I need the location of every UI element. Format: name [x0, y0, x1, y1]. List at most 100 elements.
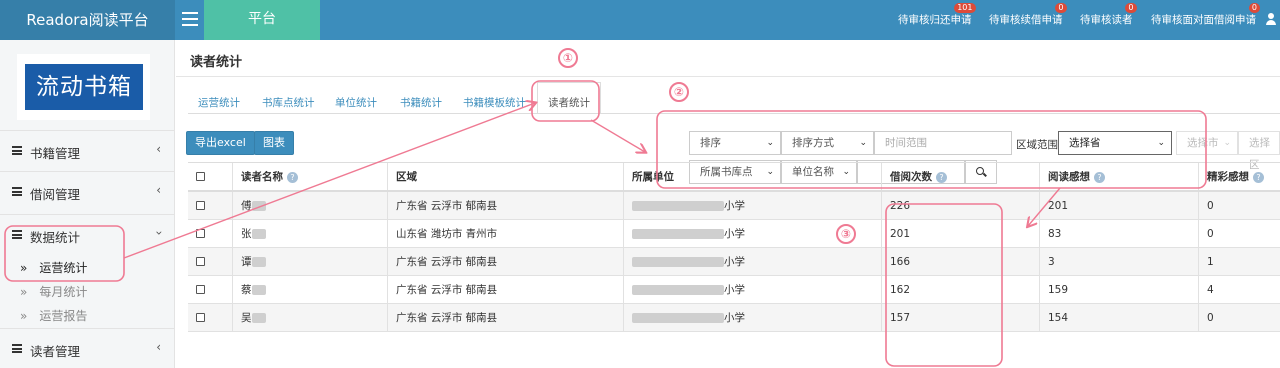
chart-button[interactable]: 图表 [254, 131, 294, 155]
select-cell [188, 276, 232, 303]
menu-toggle-icon[interactable] [182, 12, 198, 26]
reviews-cell: 3 [1039, 248, 1198, 275]
row-checkbox[interactable] [196, 285, 205, 294]
region-cell: 广东省 云浮市 郁南县 [387, 304, 623, 331]
header-region[interactable]: 区域 [387, 163, 623, 190]
cell-text: 4 [1207, 284, 1214, 296]
sidebar-item-label: 数据统计 [30, 230, 81, 245]
select-cell [188, 220, 232, 247]
redacted-text [632, 313, 724, 323]
page-title: 读者统计 [190, 55, 243, 70]
cell-text: 广东省 云浮市 郁南县 [396, 312, 498, 324]
notif-f2f-requests[interactable]: 待审核面对面借阅申请 0 [1151, 3, 1260, 27]
unit-cell: 小学 [623, 248, 881, 275]
notif-pending-readers[interactable]: 待审核读者 0 [1080, 3, 1137, 27]
sidebar-item-statistics[interactable]: 数据统计 ‹ [0, 214, 175, 254]
export-excel-button[interactable]: 导出excel [186, 131, 255, 155]
tab-book-template-stats[interactable]: 书籍模板统计 [463, 95, 526, 110]
header-reader-name[interactable]: 读者名称? [232, 163, 387, 190]
select-cell [188, 192, 232, 219]
list-icon [12, 146, 22, 155]
table-row[interactable]: 吴 广东省 云浮市 郁南县 小学 157 154 0 [188, 304, 1280, 332]
module-tab-platform[interactable]: 平台 [204, 0, 320, 40]
table-row[interactable]: 张 山东省 潍坊市 青州市 小学 201 83 0 [188, 220, 1280, 248]
reviews-cell: 154 [1039, 304, 1198, 331]
table-row[interactable]: 傅 广东省 云浮市 郁南县 小学 226 201 0 [188, 192, 1280, 220]
city-value: 选择市 [1187, 137, 1219, 149]
chevron-left-icon: ‹ [156, 142, 161, 156]
district-select[interactable]: 选择区 [1238, 131, 1280, 171]
header-reviews[interactable]: 阅读感想? [1039, 163, 1198, 190]
tab-library-point-stats[interactable]: 书库点统计 [262, 95, 315, 110]
reader-name-cell: 蔡 [232, 276, 387, 303]
table-row[interactable]: 蔡 广东省 云浮市 郁南县 小学 162 159 4 [188, 276, 1280, 304]
unit-cell: 小学 [623, 192, 881, 219]
sidebar-subitem-operation-stats[interactable]: » 运营统计 [20, 259, 87, 276]
redacted-text [251, 285, 266, 295]
redacted-text [251, 201, 266, 211]
tab-operation-stats[interactable]: 运营统计 [198, 95, 240, 110]
table-row[interactable]: 谭 广东省 云浮市 郁南县 小学 166 3 1 [188, 248, 1280, 276]
header-highlights[interactable]: 精彩感想? [1198, 163, 1280, 190]
row-checkbox[interactable] [196, 229, 205, 238]
help-icon[interactable]: ? [1253, 171, 1264, 183]
time-range-input[interactable]: 时间范围 [874, 131, 1012, 155]
row-checkbox[interactable] [196, 257, 205, 266]
divider [176, 76, 1280, 77]
notif-badge: 101 [954, 3, 976, 13]
cell-text: 162 [890, 284, 911, 296]
cell-text: 广东省 云浮市 郁南县 [396, 256, 498, 268]
header-borrow-count[interactable]: 借阅次数? [881, 163, 1039, 190]
header-label: 借阅次数 [890, 171, 932, 183]
annotation-step-3: ③ [836, 224, 856, 244]
select-all-checkbox[interactable] [196, 172, 205, 181]
sidebar-subitem-monthly-stats[interactable]: » 每月统计 [20, 283, 87, 300]
sidebar-subitem-operation-report[interactable]: » 运营报告 [20, 307, 87, 324]
user-icon[interactable] [1266, 13, 1276, 25]
double-chevron-icon: » [20, 261, 28, 275]
sidebar-item-borrowing[interactable]: 借阅管理 ‹ [0, 171, 175, 211]
select-cell [188, 248, 232, 275]
sort-method-select[interactable]: 排序方式 ⌄ [781, 131, 874, 155]
sidebar-item-readers[interactable]: 读者管理 ‹ [0, 328, 175, 368]
chevron-down-icon: ⌄ [1157, 138, 1165, 148]
redacted-text [632, 257, 724, 267]
province-select[interactable]: 选择省 ⌄ [1058, 131, 1172, 155]
chevron-down-icon: ⌄ [1223, 138, 1231, 148]
cell-text: 小学 [724, 256, 745, 268]
cell-text: 广东省 云浮市 郁南县 [396, 200, 498, 212]
notif-renew-requests[interactable]: 待审核续借申请 0 [989, 3, 1067, 27]
cell-text: 0 [1207, 312, 1214, 324]
tab-reader-stats[interactable]: 读者统计 [537, 82, 601, 114]
tab-unit-stats[interactable]: 单位统计 [335, 95, 377, 110]
region-cell: 广东省 云浮市 郁南县 [387, 192, 623, 219]
sort-select[interactable]: 排序 ⌄ [689, 131, 781, 155]
help-icon[interactable]: ? [287, 171, 298, 183]
cell-text: 小学 [724, 284, 745, 296]
sidebar: 流动书箱 书籍管理 ‹ 借阅管理 ‹ 数据统计 ‹ » 运营统计 » 每月统计 » 运… [0, 40, 175, 368]
help-icon[interactable]: ? [1094, 171, 1105, 183]
highlights-cell: 0 [1198, 220, 1280, 247]
cell-text: 3 [1048, 256, 1055, 268]
sidebar-item-books[interactable]: 书籍管理 ‹ [0, 130, 175, 170]
row-checkbox[interactable] [196, 313, 205, 322]
double-chevron-icon: » [20, 285, 28, 299]
cell-text: 广东省 云浮市 郁南县 [396, 284, 498, 296]
brand-title[interactable]: Readora阅读平台 [0, 0, 175, 40]
help-icon[interactable]: ? [936, 171, 947, 183]
city-select[interactable]: 选择市 ⌄ [1176, 131, 1238, 155]
highlights-cell: 0 [1198, 304, 1280, 331]
notif-return-requests[interactable]: 待审核归还申请 101 [898, 3, 976, 27]
sort-select-value: 排序 [700, 137, 721, 149]
row-checkbox[interactable] [196, 201, 205, 210]
subitem-label: 每月统计 [39, 285, 88, 299]
redacted-text [251, 229, 266, 239]
cell-text: 0 [1207, 228, 1214, 240]
subitem-label: 运营报告 [39, 309, 88, 323]
header-unit[interactable]: 所属单位 [623, 163, 881, 190]
header-label: 所属单位 [632, 171, 674, 183]
sort-method-value: 排序方式 [792, 137, 834, 149]
cell-text: 0 [1207, 200, 1214, 212]
list-icon [12, 187, 22, 196]
tab-book-stats[interactable]: 书籍统计 [400, 95, 442, 110]
